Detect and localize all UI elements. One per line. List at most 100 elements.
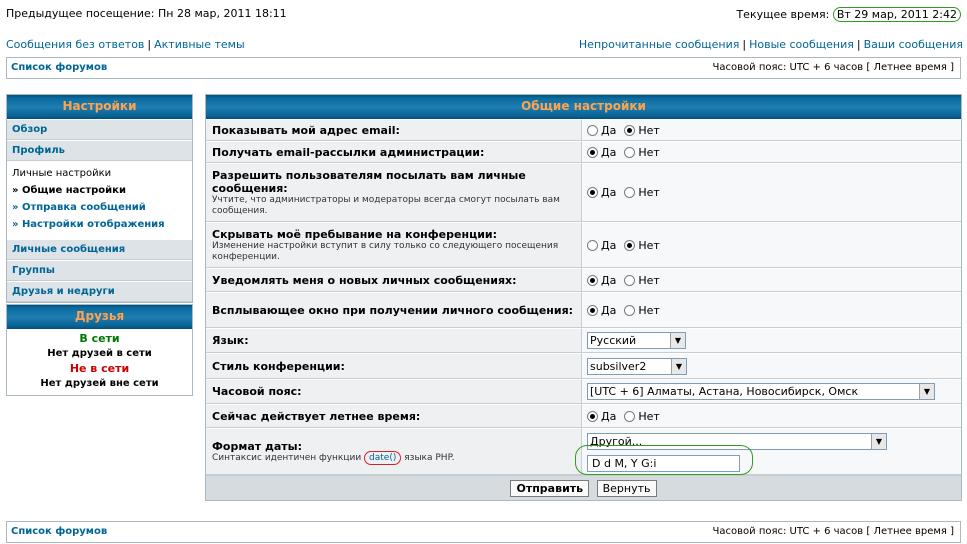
language-select-value: Русский	[590, 334, 637, 347]
setting-label: Скрывать моё пребывание на конференции:	[212, 227, 498, 241]
setting-row-style: Стиль конференции: subsilver2 ▼	[206, 353, 961, 379]
menu-item-general-settings: » Общие настройки	[12, 185, 126, 196]
chevron-down-icon: ▼	[919, 384, 934, 399]
breadcrumb-bar-top: Список форумов Часовой пояс: UTC + 6 час…	[6, 57, 961, 79]
general-settings-title: Общие настройки	[206, 95, 961, 119]
submit-button[interactable]: Отправить	[510, 480, 590, 497]
radio-yes-label: Да	[601, 303, 617, 317]
menu-item-posting[interactable]: » Отправка сообщений	[12, 199, 187, 216]
timezone-text: Часовой пояс: UTC + 6 часов [ Летнее вре…	[712, 526, 954, 537]
setting-row-notify-pm: Уведомлять меня о новых личных сообщения…	[206, 268, 961, 292]
setting-row-timezone: Часовой пояс: [UTC + 6] Алматы, Астана, …	[206, 379, 961, 404]
friends-online-empty: Нет друзей в сети	[47, 348, 152, 359]
radio-no-label: Нет	[638, 303, 660, 317]
chevron-down-icon: ▼	[871, 434, 886, 449]
link-new-posts[interactable]: Новые сообщения	[749, 38, 854, 51]
radio-yes[interactable]	[587, 146, 598, 158]
separator: |	[147, 38, 152, 51]
setting-label: Показывать мой адрес email:	[212, 123, 400, 137]
menu-group-personal: Личные настройки » Общие настройки » Отп…	[7, 161, 192, 239]
separator: |	[856, 38, 861, 51]
friends-panel: Друзья В сети Нет друзей в сети Не в сет…	[6, 304, 193, 396]
menu-group-header: Личные настройки	[12, 168, 112, 179]
style-select[interactable]: subsilver2 ▼	[587, 357, 687, 375]
friends-offline-empty: Нет друзей вне сети	[40, 378, 159, 389]
setting-label: Получать email-рассылки администрации:	[212, 145, 485, 159]
friends-title: Друзья	[7, 305, 192, 329]
radio-yes[interactable]	[587, 187, 598, 198]
dst-label: Сейчас действует летнее время:	[212, 409, 421, 423]
style-label: Стиль конференции:	[212, 359, 345, 373]
timezone-text: Часовой пояс: UTC + 6 часов [ Летнее вре…	[712, 62, 954, 73]
radio-yes[interactable]	[587, 410, 598, 422]
radio-yes[interactable]	[587, 239, 598, 251]
forum-list-link[interactable]: Список форумов	[11, 526, 107, 537]
link-your-posts[interactable]: Ваши сообщения	[864, 38, 963, 51]
setting-row-admin-email: Получать email-рассылки администрации: Д…	[206, 141, 961, 163]
radio-no-label: Нет	[638, 238, 660, 252]
language-label: Язык:	[212, 334, 249, 347]
settings-menu: Настройки Обзор Профиль Личные настройки…	[6, 94, 193, 303]
setting-row-dst: Сейчас действует летнее время: Да Нет	[206, 404, 961, 428]
radio-no[interactable]	[624, 304, 636, 316]
forum-list-link[interactable]: Список форумов	[11, 62, 107, 73]
radio-no[interactable]	[624, 410, 636, 422]
separator: |	[742, 38, 747, 51]
setting-row-popup-pm: Всплывающее окно при получении личного с…	[206, 292, 961, 328]
radio-no[interactable]	[624, 146, 636, 158]
radio-no-label: Нет	[638, 409, 660, 423]
radio-yes-label: Да	[601, 273, 617, 287]
menu-item-profile[interactable]: Профиль	[7, 140, 192, 161]
last-visit-text: Предыдущее посещение: Пн 28 мар, 2011 18…	[6, 7, 287, 20]
setting-row-show-email: Показывать мой адрес email: Да Нет	[206, 119, 961, 141]
menu-item-groups[interactable]: Группы	[7, 260, 192, 281]
breadcrumb-bar-bottom: Список форумов Часовой пояс: UTC + 6 час…	[6, 521, 961, 543]
highlight-annotation	[575, 445, 753, 475]
menu-item-private-messages[interactable]: Личные сообщения	[7, 239, 192, 260]
general-settings-panel: Общие настройки Показывать мой адрес ema…	[205, 94, 962, 501]
radio-yes-label: Да	[601, 238, 617, 252]
menu-item-friends-foes[interactable]: Друзья и недруги	[7, 281, 192, 302]
radio-yes-label: Да	[601, 186, 617, 199]
radio-yes-label: Да	[601, 145, 617, 159]
friends-offline-heading: Не в сети	[69, 362, 130, 375]
date-explain-post: языка PHP.	[404, 452, 455, 463]
setting-label: Всплывающее окно при получении личного с…	[212, 303, 574, 317]
link-unread[interactable]: Непрочитанные сообщения	[579, 38, 739, 51]
chevron-down-icon: ▼	[671, 358, 686, 374]
chevron-down-icon: ▼	[670, 333, 685, 348]
setting-label: Уведомлять меня о новых личных сообщения…	[212, 273, 517, 287]
radio-no[interactable]	[624, 187, 636, 198]
current-time-block: Текущее время: Вт 29 мар, 2011 2:42	[736, 7, 961, 22]
menu-item-overview[interactable]: Обзор	[7, 119, 192, 140]
radio-yes[interactable]	[587, 274, 598, 286]
setting-label: Разрешить пользователям посылать вам лич…	[212, 168, 526, 195]
date-format-explain: Синтаксис идентичен функции date() языка…	[212, 450, 575, 465]
radio-yes-label: Да	[601, 409, 617, 423]
quick-links: Сообщения без ответов | Активные темы Непр…	[6, 38, 963, 51]
language-select[interactable]: Русский ▼	[587, 332, 686, 349]
current-time-label: Текущее время:	[736, 8, 830, 21]
timezone-select[interactable]: [UTC + 6] Алматы, Астана, Новосибирск, О…	[587, 383, 935, 400]
link-unanswered[interactable]: Сообщения без ответов	[6, 38, 144, 51]
setting-explain: Учтите, что администраторы и модераторы …	[212, 194, 560, 216]
date-explain-pre: Синтаксис идентичен функции	[212, 452, 362, 463]
link-active-topics[interactable]: Активные темы	[154, 38, 245, 51]
form-buttons: Отправить Вернуть	[206, 475, 961, 500]
setting-row-allow-pm: Разрешить пользователям посылать вам лич…	[206, 163, 961, 222]
top-info-line: Предыдущее посещение: Пн 28 мар, 2011 18…	[6, 7, 961, 22]
radio-yes-label: Да	[601, 123, 617, 137]
php-date-function-link[interactable]: date()	[364, 450, 402, 465]
radio-no-label: Нет	[638, 145, 660, 159]
radio-no-label: Нет	[638, 273, 660, 287]
radio-no[interactable]	[624, 239, 636, 251]
radio-no[interactable]	[624, 274, 636, 286]
setting-explain: Изменение настройки вступит в силу тольк…	[212, 240, 559, 262]
radio-no[interactable]	[624, 124, 636, 136]
radio-yes[interactable]	[587, 124, 598, 136]
reset-button[interactable]: Вернуть	[596, 480, 657, 497]
setting-row-hide-online: Скрывать моё пребывание на конференции: …	[206, 222, 961, 268]
menu-item-display[interactable]: » Настройки отображения	[12, 216, 187, 233]
setting-row-language: Язык: Русский ▼	[206, 328, 961, 353]
radio-yes[interactable]	[587, 304, 598, 316]
